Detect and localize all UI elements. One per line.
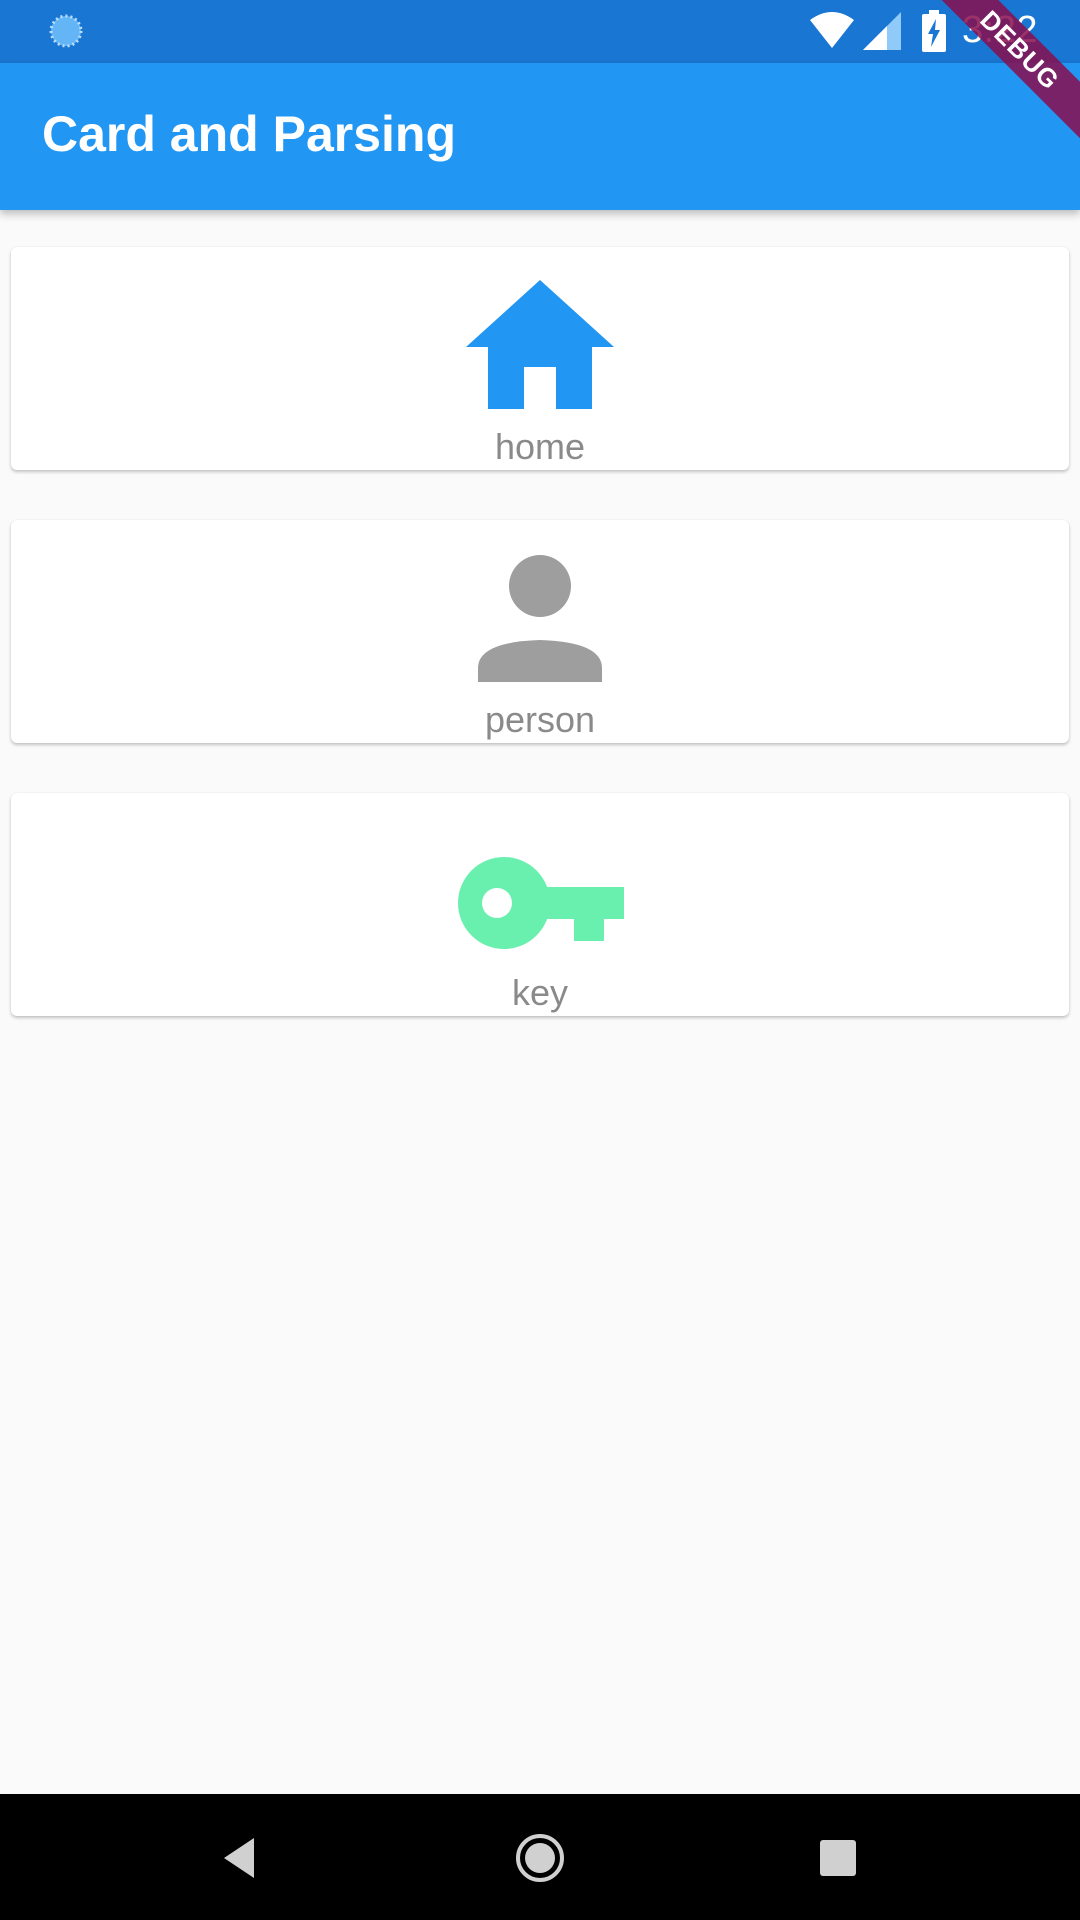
wifi-icon — [810, 12, 854, 48]
back-icon[interactable] — [214, 1832, 266, 1884]
recents-icon[interactable] — [812, 1832, 864, 1884]
screen: 3:22 Card and Parsing DEBUG home person … — [0, 0, 1080, 1920]
key-icon — [458, 857, 624, 949]
page-title: Card and Parsing — [42, 106, 456, 162]
loading-icon — [49, 14, 83, 48]
app-bar: Card and Parsing — [0, 63, 1080, 210]
home-circle-icon[interactable] — [514, 1832, 566, 1884]
card-label: home — [494, 426, 586, 467]
card-label: key — [511, 972, 569, 1013]
navigation-bar — [0, 1794, 1080, 1920]
card-home[interactable]: home — [11, 247, 1069, 470]
status-time: 3:22 — [962, 9, 1038, 51]
signal-icon — [863, 12, 901, 50]
battery-charging-icon — [922, 10, 946, 52]
person-icon — [478, 555, 602, 682]
card-person[interactable]: person — [11, 520, 1069, 743]
card-label: person — [484, 699, 596, 740]
card-key[interactable]: key — [11, 793, 1069, 1016]
status-bar: 3:22 — [0, 0, 1080, 63]
home-icon — [466, 280, 614, 409]
